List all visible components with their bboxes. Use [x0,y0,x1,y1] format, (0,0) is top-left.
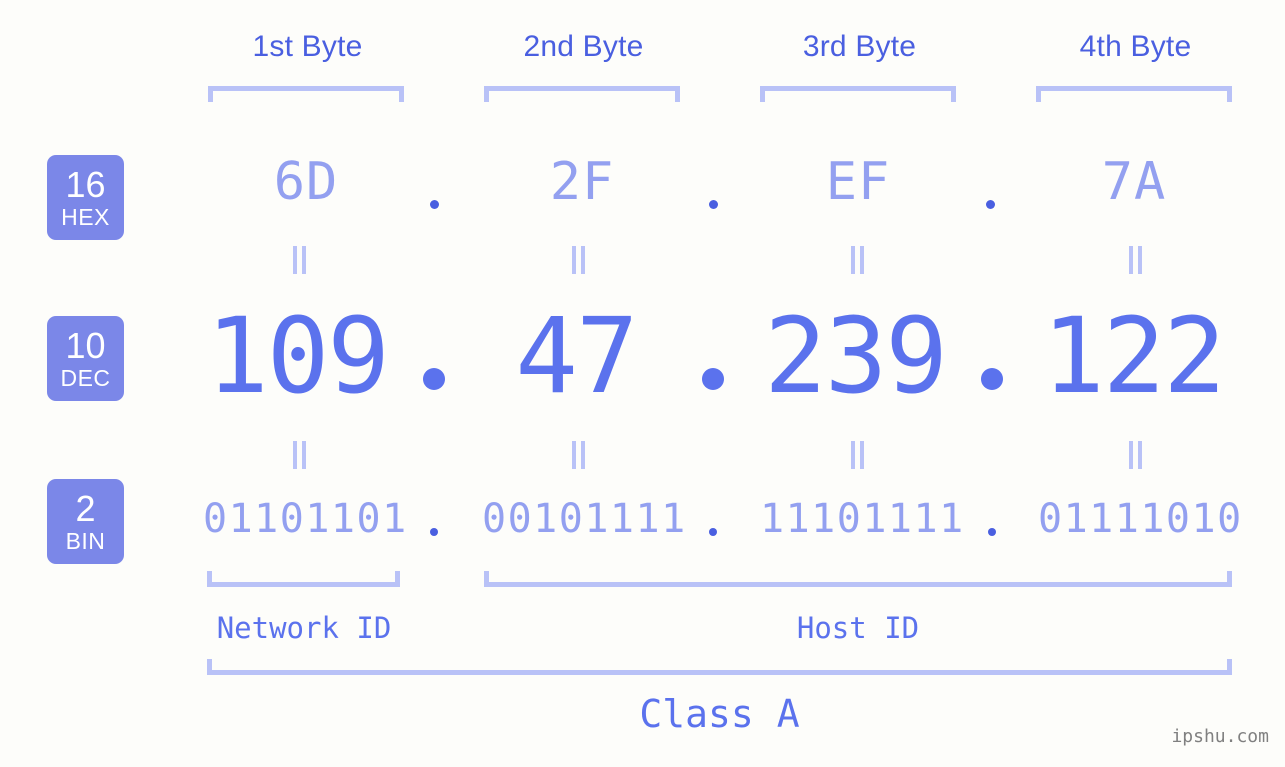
base-badge-bin-label: BIN [65,527,106,554]
equals-hex-dec-2 [572,246,586,274]
equals-hex-dec-4 [1129,246,1143,274]
base-badge-dec-number: 10 [65,324,106,366]
byte-bracket-3 [760,86,956,102]
byte-bracket-1 [208,86,404,102]
hex-byte-1: 6D [273,152,339,212]
dec-dot-3 [981,368,1003,390]
byte-header-3: 3rd Byte [802,30,917,63]
network-id-bracket [207,571,400,587]
byte-header-2: 2nd Byte [523,30,644,63]
dec-byte-3: 239 [764,295,948,417]
byte-bracket-4 [1036,86,1232,102]
bin-byte-2: 00101111 [482,496,687,542]
hex-dot-1 [430,200,439,209]
base-badge-dec[interactable]: 10 DEC [47,316,124,401]
hex-dot-3 [986,200,995,209]
equals-hex-dec-3 [851,246,865,274]
bin-dot-2 [709,528,717,536]
hex-byte-2: 2F [549,152,615,212]
equals-dec-bin-3 [851,441,865,469]
dec-dot-1 [423,368,445,390]
bin-dot-1 [430,528,438,536]
base-badge-dec-label: DEC [60,364,111,391]
bin-byte-1: 01101101 [203,496,408,542]
dec-byte-1: 109 [206,295,390,417]
equals-dec-bin-2 [572,441,586,469]
hex-byte-3: EF [825,152,891,212]
dec-byte-4: 122 [1042,295,1226,417]
class-label: Class A [639,692,800,736]
site-watermark: ipshu.com [1171,726,1269,747]
byte-bracket-2 [484,86,680,102]
host-id-label: Host ID [796,611,920,645]
base-badge-hex-number: 16 [65,163,106,205]
network-id-label: Network ID [216,611,392,645]
base-badge-bin[interactable]: 2 BIN [47,479,124,564]
hex-dot-2 [709,200,718,209]
bin-byte-4: 01111010 [1038,496,1243,542]
byte-header-1: 1st Byte [252,30,363,63]
host-id-bracket [484,571,1232,587]
base-badge-hex-label: HEX [61,203,110,230]
equals-dec-bin-1 [293,441,307,469]
ip-breakdown-diagram: 1st Byte 2nd Byte 3rd Byte 4th Byte 16 H… [0,0,1285,767]
byte-header-4: 4th Byte [1079,30,1192,63]
dec-byte-2: 47 [515,295,638,417]
base-badge-bin-number: 2 [75,487,96,529]
hex-byte-4: 7A [1101,152,1167,212]
dec-dot-2 [702,368,724,390]
bin-byte-3: 11101111 [760,496,965,542]
equals-hex-dec-1 [293,246,307,274]
class-bracket [207,659,1232,675]
base-badge-hex[interactable]: 16 HEX [47,155,124,240]
bin-dot-3 [988,528,996,536]
equals-dec-bin-4 [1129,441,1143,469]
